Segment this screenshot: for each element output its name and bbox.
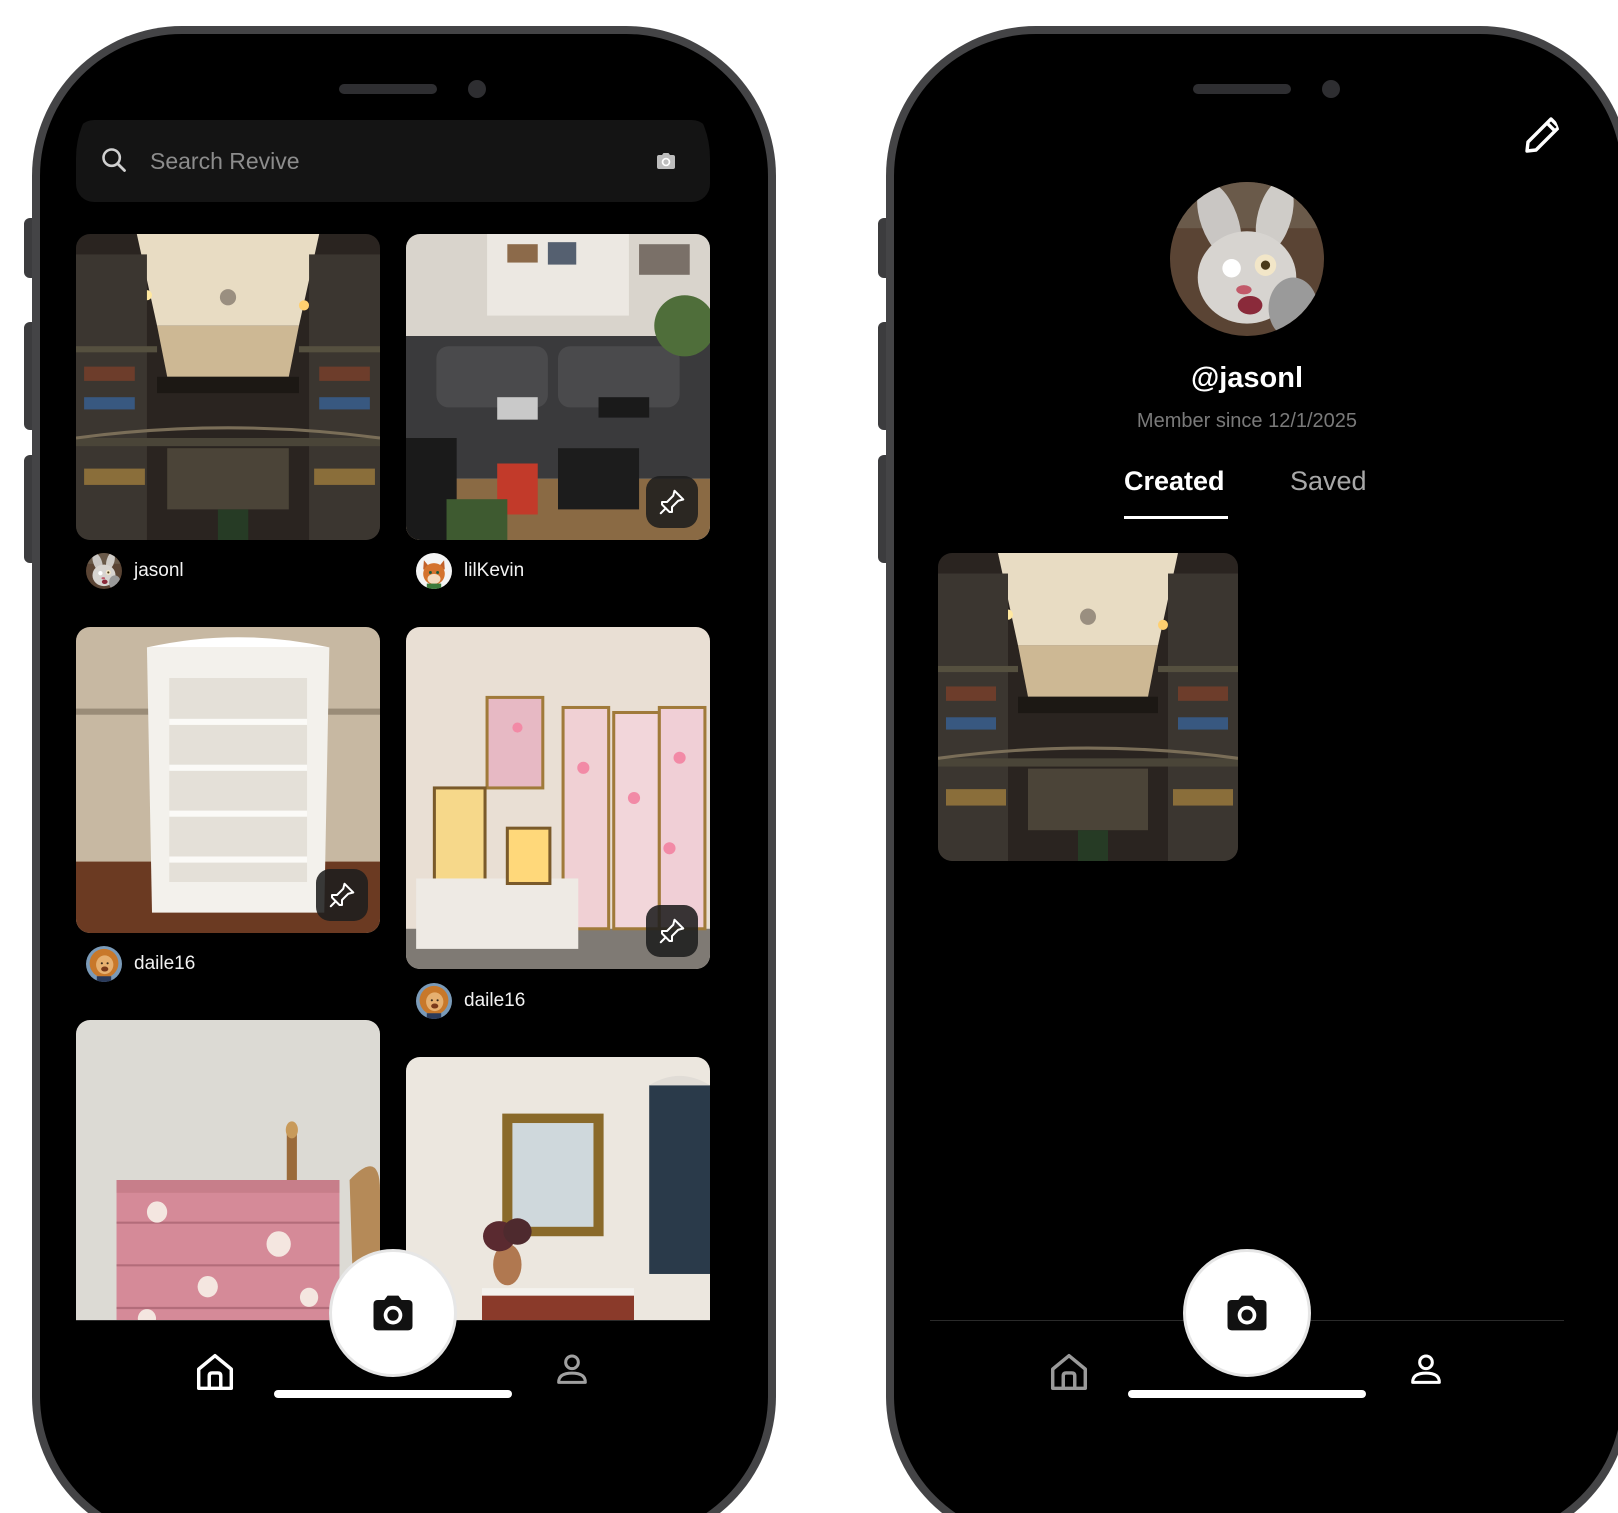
created-post[interactable] [938, 553, 1238, 861]
camera-icon[interactable] [652, 149, 680, 173]
notch [212, 70, 574, 120]
tab-saved[interactable]: Saved [1290, 466, 1367, 497]
username: daile16 [134, 953, 196, 974]
post-author[interactable]: lilKevin [416, 553, 524, 589]
profile-handle: @jasonl [1190, 362, 1304, 394]
repin-button[interactable] [646, 905, 698, 957]
avatar [86, 946, 122, 982]
profile-screen: @jasonl Member since 12/1/2025 Created S… [930, 70, 1564, 1470]
camera-capture-button[interactable] [1186, 1252, 1308, 1374]
post-image[interactable] [406, 234, 710, 540]
home-indicator [274, 1390, 512, 1398]
pin-icon [657, 916, 687, 946]
repin-button[interactable] [316, 869, 368, 921]
member-since: Member since 12/1/2025 [1136, 410, 1358, 432]
post-author[interactable]: jasonl [86, 553, 184, 589]
search-input[interactable]: Search Revive [150, 148, 300, 175]
post-author[interactable]: daile16 [86, 946, 195, 982]
camera-capture-button[interactable] [332, 1252, 454, 1374]
username: daile16 [464, 990, 526, 1011]
home-icon[interactable] [192, 1349, 238, 1395]
home-icon[interactable] [1046, 1349, 1092, 1395]
speaker [1193, 84, 1291, 94]
pin-icon [327, 880, 357, 910]
post-author[interactable]: daile16 [416, 983, 525, 1019]
avatar [416, 553, 452, 589]
pencil-icon[interactable] [1520, 110, 1564, 158]
front-camera [1322, 80, 1340, 98]
phone-frame-feed: Search Revive jasonl daile16 lilKevin da… [32, 26, 776, 1513]
library-photo [938, 553, 1238, 861]
profile-avatar[interactable] [1170, 182, 1324, 336]
camera-icon [1221, 1287, 1273, 1339]
phone-frame-profile: @jasonl Member since 12/1/2025 Created S… [886, 26, 1618, 1513]
library-photo [76, 234, 380, 540]
pin-icon [657, 487, 687, 517]
post-image[interactable] [76, 234, 380, 540]
speaker [339, 84, 437, 94]
profile-icon[interactable] [552, 1349, 592, 1389]
tab-created[interactable]: Created [1124, 466, 1225, 497]
profile-icon[interactable] [1406, 1349, 1446, 1389]
active-tab-indicator [1124, 516, 1228, 519]
username: jasonl [134, 560, 184, 581]
home-indicator [1128, 1390, 1366, 1398]
avatar [86, 553, 122, 589]
notch [1066, 70, 1428, 120]
avatar [416, 983, 452, 1019]
username: lilKevin [464, 560, 525, 581]
post-image[interactable] [76, 627, 380, 933]
search-bar[interactable]: Search Revive [76, 120, 710, 202]
search-icon [102, 148, 126, 172]
repin-button[interactable] [646, 476, 698, 528]
front-camera [468, 80, 486, 98]
post-image[interactable] [406, 627, 710, 969]
feed-screen: Search Revive jasonl daile16 lilKevin da… [76, 70, 710, 1470]
camera-icon [367, 1287, 419, 1339]
